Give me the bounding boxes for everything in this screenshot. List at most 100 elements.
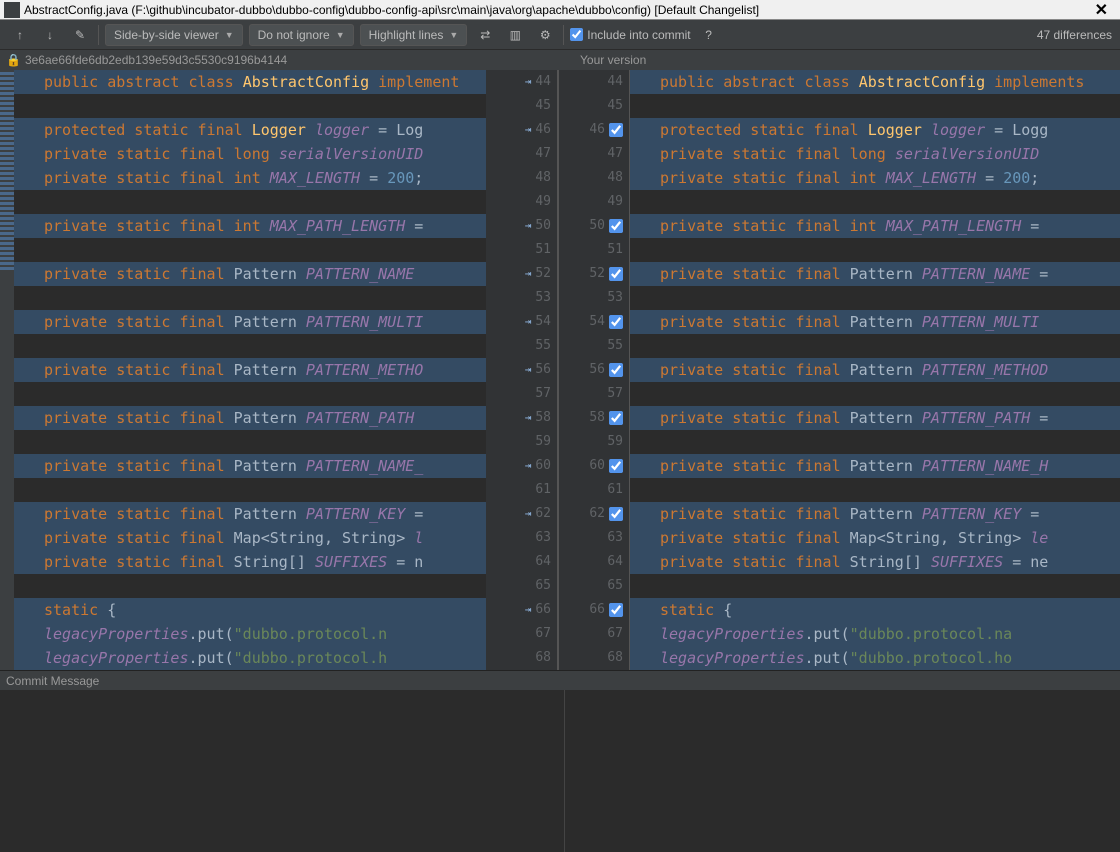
gutter-row[interactable]: 61 (486, 478, 557, 502)
gutter-row[interactable]: 45 (559, 94, 629, 118)
code-line[interactable]: legacyProperties.put("dubbo.protocol.ho (630, 646, 1120, 670)
gutter-row[interactable]: ⇥62 (486, 502, 557, 526)
code-line[interactable] (14, 478, 486, 502)
next-diff-icon[interactable]: ↓ (38, 23, 62, 47)
sync-scroll-icon[interactable]: ▥ (503, 23, 527, 47)
code-line[interactable] (630, 190, 1120, 214)
code-line[interactable]: legacyProperties.put("dubbo.protocol.h (14, 646, 486, 670)
viewer-mode-combo[interactable]: Side-by-side viewer ▼ (105, 24, 243, 46)
right-code-pane[interactable]: public abstract class AbstractConfig imp… (630, 70, 1120, 670)
edit-icon[interactable]: ✎ (68, 23, 92, 47)
apply-arrow-icon[interactable]: ⇥ (525, 502, 532, 526)
gutter-row[interactable]: 63 (486, 526, 557, 550)
gutter-row[interactable]: 48 (486, 166, 557, 190)
code-line[interactable]: private static final int MAX_PATH_LENGTH… (14, 214, 486, 238)
apply-arrow-icon[interactable]: ⇥ (525, 310, 532, 334)
commit-message-input[interactable] (0, 690, 565, 852)
code-line[interactable]: static { (14, 598, 486, 622)
code-line[interactable] (14, 334, 486, 358)
gutter-row[interactable]: 49 (486, 190, 557, 214)
code-line[interactable]: private static final Pattern PATTERN_PAT… (14, 406, 486, 430)
code-line[interactable] (630, 574, 1120, 598)
gutter-row[interactable]: 66 (559, 598, 629, 622)
close-icon[interactable]: ✕ (1087, 0, 1116, 20)
change-markers[interactable] (0, 70, 14, 670)
gutter-row[interactable]: 47 (486, 142, 557, 166)
right-gutter[interactable]: 4445464748495051525354555657585960616263… (558, 70, 630, 670)
code-line[interactable]: private static final Pattern PATTERN_NAM… (630, 454, 1120, 478)
gutter-row[interactable]: 58 (559, 406, 629, 430)
gutter-row[interactable]: 64 (559, 550, 629, 574)
gutter-row[interactable]: 48 (559, 166, 629, 190)
code-line[interactable] (630, 478, 1120, 502)
gutter-row[interactable]: 52 (559, 262, 629, 286)
code-line[interactable]: private static final Pattern PATTERN_MET… (14, 358, 486, 382)
code-line[interactable]: private static final int MAX_PATH_LENGTH… (630, 214, 1120, 238)
prev-diff-icon[interactable]: ↑ (8, 23, 32, 47)
collapse-unchanged-icon[interactable]: ⇄ (473, 23, 497, 47)
code-line[interactable]: protected static final Logger logger = L… (14, 118, 486, 142)
code-line[interactable] (14, 574, 486, 598)
code-line[interactable] (630, 382, 1120, 406)
include-line-checkbox[interactable] (609, 123, 623, 137)
gutter-row[interactable]: 50 (559, 214, 629, 238)
code-line[interactable]: private static final Pattern PATTERN_KEY… (14, 502, 486, 526)
code-line[interactable] (14, 238, 486, 262)
include-line-checkbox[interactable] (609, 363, 623, 377)
code-line[interactable]: private static final Pattern PATTERN_MET… (630, 358, 1120, 382)
gutter-row[interactable]: 59 (559, 430, 629, 454)
gutter-row[interactable]: 51 (486, 238, 557, 262)
left-gutter[interactable]: ⇥4445⇥46474849⇥5051⇥5253⇥5455⇥5657⇥5859⇥… (486, 70, 558, 670)
gutter-row[interactable]: ⇥58 (486, 406, 557, 430)
gutter-row[interactable]: 65 (486, 574, 557, 598)
gutter-row[interactable]: 55 (559, 334, 629, 358)
gutter-row[interactable]: 54 (559, 310, 629, 334)
include-commit-input[interactable] (570, 28, 583, 41)
code-line[interactable]: private static final Pattern PATTERN_PAT… (630, 406, 1120, 430)
gutter-row[interactable]: 55 (486, 334, 557, 358)
apply-arrow-icon[interactable]: ⇥ (525, 214, 532, 238)
gutter-row[interactable]: ⇥66 (486, 598, 557, 622)
code-line[interactable]: public abstract class AbstractConfig imp… (14, 70, 486, 94)
gear-icon[interactable]: ⚙ (533, 23, 557, 47)
gutter-row[interactable]: 56 (559, 358, 629, 382)
code-line[interactable] (630, 286, 1120, 310)
gutter-row[interactable]: 53 (486, 286, 557, 310)
gutter-row[interactable]: ⇥44 (486, 70, 557, 94)
include-line-checkbox[interactable] (609, 507, 623, 521)
gutter-row[interactable]: ⇥52 (486, 262, 557, 286)
gutter-row[interactable]: 67 (559, 622, 629, 646)
code-line[interactable]: protected static final Logger logger = L… (630, 118, 1120, 142)
help-icon[interactable]: ? (697, 23, 721, 47)
code-line[interactable] (14, 190, 486, 214)
apply-arrow-icon[interactable]: ⇥ (525, 262, 532, 286)
gutter-row[interactable]: 67 (486, 622, 557, 646)
gutter-row[interactable]: 45 (486, 94, 557, 118)
code-line[interactable]: public abstract class AbstractConfig imp… (630, 70, 1120, 94)
code-line[interactable]: private static final Pattern PATTERN_NAM… (14, 262, 486, 286)
include-line-checkbox[interactable] (609, 603, 623, 617)
gutter-row[interactable]: ⇥50 (486, 214, 557, 238)
code-line[interactable] (630, 430, 1120, 454)
code-line[interactable]: private static final Map<String, String>… (14, 526, 486, 550)
gutter-row[interactable]: 59 (486, 430, 557, 454)
code-line[interactable] (14, 430, 486, 454)
apply-arrow-icon[interactable]: ⇥ (525, 598, 532, 622)
gutter-row[interactable]: 57 (486, 382, 557, 406)
apply-arrow-icon[interactable]: ⇥ (525, 358, 532, 382)
include-line-checkbox[interactable] (609, 315, 623, 329)
gutter-row[interactable]: 46 (559, 118, 629, 142)
gutter-row[interactable]: 57 (559, 382, 629, 406)
gutter-row[interactable]: 60 (559, 454, 629, 478)
highlight-combo[interactable]: Highlight lines ▼ (360, 24, 468, 46)
code-line[interactable] (630, 238, 1120, 262)
gutter-row[interactable]: 49 (559, 190, 629, 214)
ignore-combo[interactable]: Do not ignore ▼ (249, 24, 354, 46)
code-line[interactable]: private static final int MAX_LENGTH = 20… (630, 166, 1120, 190)
gutter-row[interactable]: 65 (559, 574, 629, 598)
gutter-row[interactable]: ⇥56 (486, 358, 557, 382)
gutter-row[interactable]: ⇥46 (486, 118, 557, 142)
include-line-checkbox[interactable] (609, 267, 623, 281)
include-commit-checkbox[interactable]: Include into commit (570, 28, 690, 42)
code-line[interactable]: private static final int MAX_LENGTH = 20… (14, 166, 486, 190)
